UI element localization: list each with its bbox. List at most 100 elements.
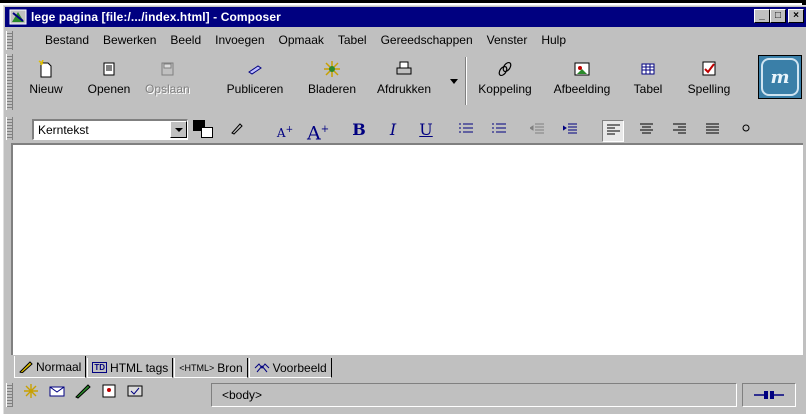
- menu-opmaak[interactable]: Opmaak: [272, 33, 331, 47]
- publish-button[interactable]: Publiceren: [222, 60, 288, 104]
- composer-icon[interactable]: [70, 383, 96, 405]
- bullet-list-button[interactable]: [455, 120, 477, 142]
- composer-app-icon[interactable]: [9, 9, 27, 25]
- menu-bewerken[interactable]: Bewerken: [96, 33, 163, 47]
- logo-mark: m: [761, 58, 799, 96]
- statusbar-grip[interactable]: [6, 383, 13, 407]
- window-title: lege pagina [file:/.../index.html] - Com…: [31, 10, 281, 24]
- close-icon: ×: [793, 10, 799, 21]
- menu-venster[interactable]: Venster: [480, 33, 535, 47]
- align-center-icon: [639, 123, 653, 134]
- table-grid-icon: [630, 60, 666, 80]
- close-button[interactable]: ×: [788, 9, 804, 23]
- align-center-button[interactable]: [635, 120, 657, 142]
- printer-icon: [372, 60, 436, 80]
- menu-beeld[interactable]: Beeld: [163, 33, 208, 47]
- align-justify-icon: [705, 123, 719, 134]
- toolbar-grip[interactable]: [6, 54, 13, 110]
- find-button[interactable]: [734, 120, 756, 142]
- table-button[interactable]: Tabel: [630, 60, 666, 104]
- maximize-icon: □: [774, 10, 782, 21]
- title-bar[interactable]: lege pagina [file:/.../index.html] - Com…: [5, 7, 806, 27]
- menu-tabel[interactable]: Tabel: [331, 33, 374, 47]
- menu-hulp[interactable]: Hulp: [534, 33, 573, 47]
- toolbar-separator: [465, 57, 467, 105]
- search-icon: [742, 124, 750, 132]
- spellcheck-icon: [681, 60, 737, 80]
- minimize-icon: _: [759, 10, 765, 21]
- tab-html-tags[interactable]: TD HTML tags: [87, 358, 174, 378]
- paragraph-style-select[interactable]: Kerntekst: [32, 119, 188, 140]
- format-toolbar: Kerntekst A+ A+ B I U: [4, 114, 806, 143]
- mail-icon[interactable]: [44, 383, 70, 405]
- component-launcher: [18, 383, 148, 407]
- print-button[interactable]: Afdrukken: [372, 60, 436, 104]
- browse-globe-icon: [304, 60, 360, 80]
- align-left-icon: [606, 124, 620, 135]
- font-smaller-button[interactable]: A+: [274, 120, 296, 142]
- composer-logo[interactable]: m: [758, 55, 802, 99]
- format-toolbar-grip[interactable]: [6, 117, 13, 140]
- open-file-icon: [84, 60, 134, 80]
- main-toolbar: Nieuw Openen Opslaan Publiceren Bladeren: [4, 51, 806, 117]
- bold-button[interactable]: B: [348, 120, 370, 142]
- text-color-swatch[interactable]: [193, 120, 215, 140]
- align-right-icon: [672, 123, 686, 134]
- link-button[interactable]: Koppeling: [474, 60, 536, 104]
- browse-button[interactable]: Bladeren: [304, 60, 360, 104]
- outdent-icon: [529, 123, 544, 134]
- navigator-icon[interactable]: [18, 383, 44, 405]
- screen-top-border: [0, 0, 806, 3]
- menubar-grip[interactable]: [6, 31, 13, 50]
- menu-gereedschappen[interactable]: Gereedschappen: [374, 33, 480, 47]
- font-larger-button[interactable]: A+: [307, 120, 329, 143]
- chevron-down-icon[interactable]: [170, 121, 187, 138]
- editor-canvas[interactable]: [11, 143, 803, 355]
- publish-icon: [222, 60, 288, 80]
- indent-button[interactable]: [559, 120, 581, 142]
- underline-button[interactable]: U: [415, 120, 437, 142]
- background-color: [201, 127, 213, 138]
- address-book-icon[interactable]: [96, 383, 122, 405]
- menu-invoegen[interactable]: Invoegen: [208, 33, 271, 47]
- status-bar: <body>: [4, 380, 806, 415]
- td-tag-icon: TD: [92, 362, 108, 373]
- italic-button[interactable]: I: [382, 120, 404, 142]
- highlight-pen-button[interactable]: [226, 120, 248, 142]
- edit-mode-tabs: Normaal TD HTML tags <HTML> Bron Voorbee…: [14, 356, 333, 378]
- save-disk-icon: [145, 60, 189, 80]
- normal-mode-icon: [19, 360, 33, 373]
- image-icon: [547, 60, 617, 80]
- menu-bar: Bestand Bewerken Beeld Invoegen Opmaak T…: [4, 29, 806, 51]
- composer-window: lege pagina [file:/.../index.html] - Com…: [3, 5, 806, 414]
- spelling-button[interactable]: Spelling: [681, 60, 737, 104]
- maximize-button[interactable]: □: [770, 9, 786, 23]
- tab-normal[interactable]: Normaal: [14, 356, 87, 378]
- print-dropdown-arrow[interactable]: [450, 79, 458, 84]
- align-right-button[interactable]: [668, 120, 690, 142]
- outdent-button[interactable]: [526, 120, 548, 142]
- open-button[interactable]: Openen: [84, 60, 134, 104]
- tab-source[interactable]: <HTML> Bron: [174, 358, 248, 378]
- aim-icon[interactable]: [122, 383, 148, 405]
- link-chain-icon: [474, 60, 536, 80]
- indent-icon: [562, 123, 577, 134]
- html-source-icon: <HTML>: [179, 362, 215, 373]
- online-status-icon[interactable]: [742, 383, 796, 407]
- preview-icon: [254, 362, 270, 372]
- new-page-icon: [28, 59, 64, 80]
- align-left-button[interactable]: [602, 120, 624, 142]
- image-button[interactable]: Afbeelding: [547, 60, 617, 104]
- minimize-button[interactable]: _: [754, 9, 770, 23]
- status-element-path: <body>: [211, 383, 737, 407]
- numbered-list-button[interactable]: [488, 120, 510, 142]
- new-button[interactable]: Nieuw: [28, 59, 64, 104]
- menu-bestand[interactable]: Bestand: [38, 33, 96, 47]
- bullet-list-icon: [459, 123, 473, 133]
- align-justify-button[interactable]: [701, 120, 723, 142]
- save-button[interactable]: Opslaan: [145, 60, 190, 104]
- paragraph-style-value: Kerntekst: [38, 123, 89, 137]
- numbered-list-icon: [492, 123, 506, 133]
- tab-preview[interactable]: Voorbeeld: [248, 358, 332, 378]
- pen-icon: [231, 123, 243, 135]
